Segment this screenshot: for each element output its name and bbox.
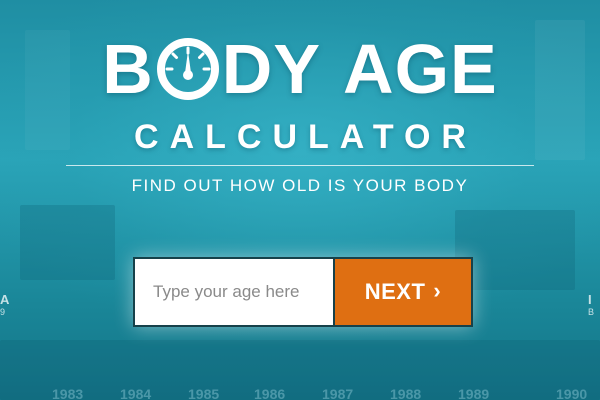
year-label: 1984 [120,386,152,400]
tagline: FIND OUT HOW OLD IS YOUR BODY [131,176,469,195]
year-label: 1987 [322,386,354,400]
age-input[interactable] [135,259,335,325]
page-subtitle: CALCULATOR [134,118,477,156]
title-word-age: AGE [343,30,498,108]
page-title: B DY AGE [0,34,600,104]
title-letters-dy: DY [221,30,322,108]
next-button-label: NEXT [364,279,426,304]
side-label-left-text: A [0,292,10,307]
next-button[interactable]: NEXT › [335,259,471,325]
year-label: 1985 [188,386,220,400]
title-letter-b: B [102,30,154,108]
side-label-left: A 9 [0,292,9,317]
year-label: 1989 [458,386,490,400]
side-label-left-sub: 9 [0,307,6,317]
year-strip: 1983 1984 1985 1986 1987 1988 1989 1990 [0,386,600,400]
age-form: NEXT › [133,257,473,327]
chevron-right-icon: › [433,278,442,303]
divider [66,165,534,166]
side-label-right-text: I [588,292,592,307]
background-shelf-right [455,210,575,290]
side-label-right: I B [588,292,594,317]
side-label-right-sub: B [588,307,595,317]
year-label: 1983 [52,386,84,400]
background-shelf-left [20,205,115,280]
year-label: 1990 [556,386,588,400]
year-label: 1986 [254,386,286,400]
speedometer-gauge-icon [156,38,219,100]
year-label: 1988 [390,386,422,400]
